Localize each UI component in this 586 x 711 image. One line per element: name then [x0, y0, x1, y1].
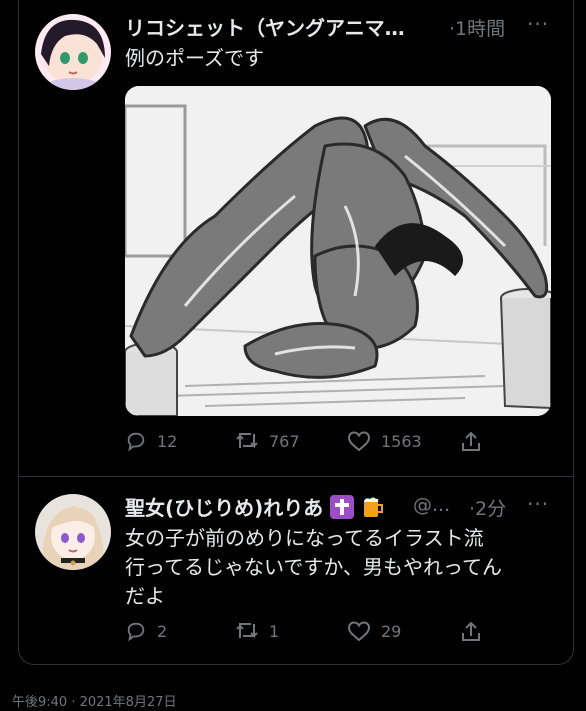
tweet2-name-row[interactable]: 聖女(ひじりめ)れりあ: [125, 492, 385, 524]
screenshot-timestamp: 午後9:40 · 2021年8月27日: [12, 695, 177, 710]
tweet2-share-button[interactable]: [459, 620, 493, 642]
tweet1-like-button[interactable]: 1563: [347, 430, 422, 452]
like-icon: [347, 621, 371, 642]
share-icon: [462, 431, 480, 451]
tweet2-retweet-button[interactable]: 1: [235, 620, 279, 642]
tweet1-actions: 12 767 1563: [125, 428, 565, 458]
tweet1-media-image[interactable]: [125, 86, 551, 416]
reply-icon: [127, 622, 145, 642]
tweet-thread-card: リコシェット（ヤングアニマ… ·1時間 ··· 例のポーズです 12 767 1…: [18, 0, 574, 665]
tweet1-share-button[interactable]: [459, 430, 493, 452]
tweet2-text-line-1: 女の子が前のめりになってるイラスト流: [125, 526, 484, 550]
share-icon: [462, 621, 480, 641]
tweet2-text-line-2: 行ってるじゃないですか、男もやれってん: [125, 555, 502, 579]
tweet2-like-count: 29: [381, 621, 402, 641]
tweet2-handle[interactable]: @...: [413, 494, 450, 516]
tweet1-retweet-count: 767: [269, 431, 300, 451]
tweet1-like-count: 1563: [381, 431, 422, 451]
retweet-icon: [236, 623, 258, 639]
tweet2-reply-count: 2: [157, 621, 168, 641]
tweet1-text: 例のポーズです: [125, 46, 264, 70]
like-icon: [347, 431, 371, 452]
tweet2-text: 女の子が前のめりになってるイラスト流 行ってるじゃないですか、男もやれってん だ…: [125, 524, 565, 611]
tweet1-reply-count: 12: [157, 431, 178, 451]
tweet2-text-line-3: だよ: [125, 584, 165, 608]
avatar-tweet1[interactable]: [35, 14, 111, 90]
tweet2-retweet-count: 1: [269, 621, 280, 641]
tweet-divider: [19, 476, 573, 477]
retweet-icon: [236, 433, 258, 449]
tweet1-reply-button[interactable]: 12: [125, 430, 177, 452]
tweet2-actions: 2 1 29: [125, 618, 565, 648]
tweet2-display-name[interactable]: 聖女(ひじりめ)れりあ: [125, 496, 323, 520]
tweet2-time[interactable]: ·2分: [469, 494, 506, 521]
tweet2-more-icon[interactable]: ···: [527, 492, 549, 516]
reply-icon: [127, 432, 145, 452]
tweet2-reply-button[interactable]: 2: [125, 620, 167, 642]
beer-mug-emoji: [361, 495, 385, 524]
tweet1-time[interactable]: ·1時間: [449, 14, 505, 41]
latin-cross-emoji: [330, 495, 355, 524]
tweet1-display-name[interactable]: リコシェット（ヤングアニマ…: [125, 12, 405, 41]
tweet1-retweet-button[interactable]: 767: [235, 430, 300, 452]
avatar-tweet2[interactable]: [35, 494, 111, 570]
tweet1-more-icon[interactable]: ···: [527, 12, 549, 36]
tweet2-like-button[interactable]: 29: [347, 620, 401, 642]
